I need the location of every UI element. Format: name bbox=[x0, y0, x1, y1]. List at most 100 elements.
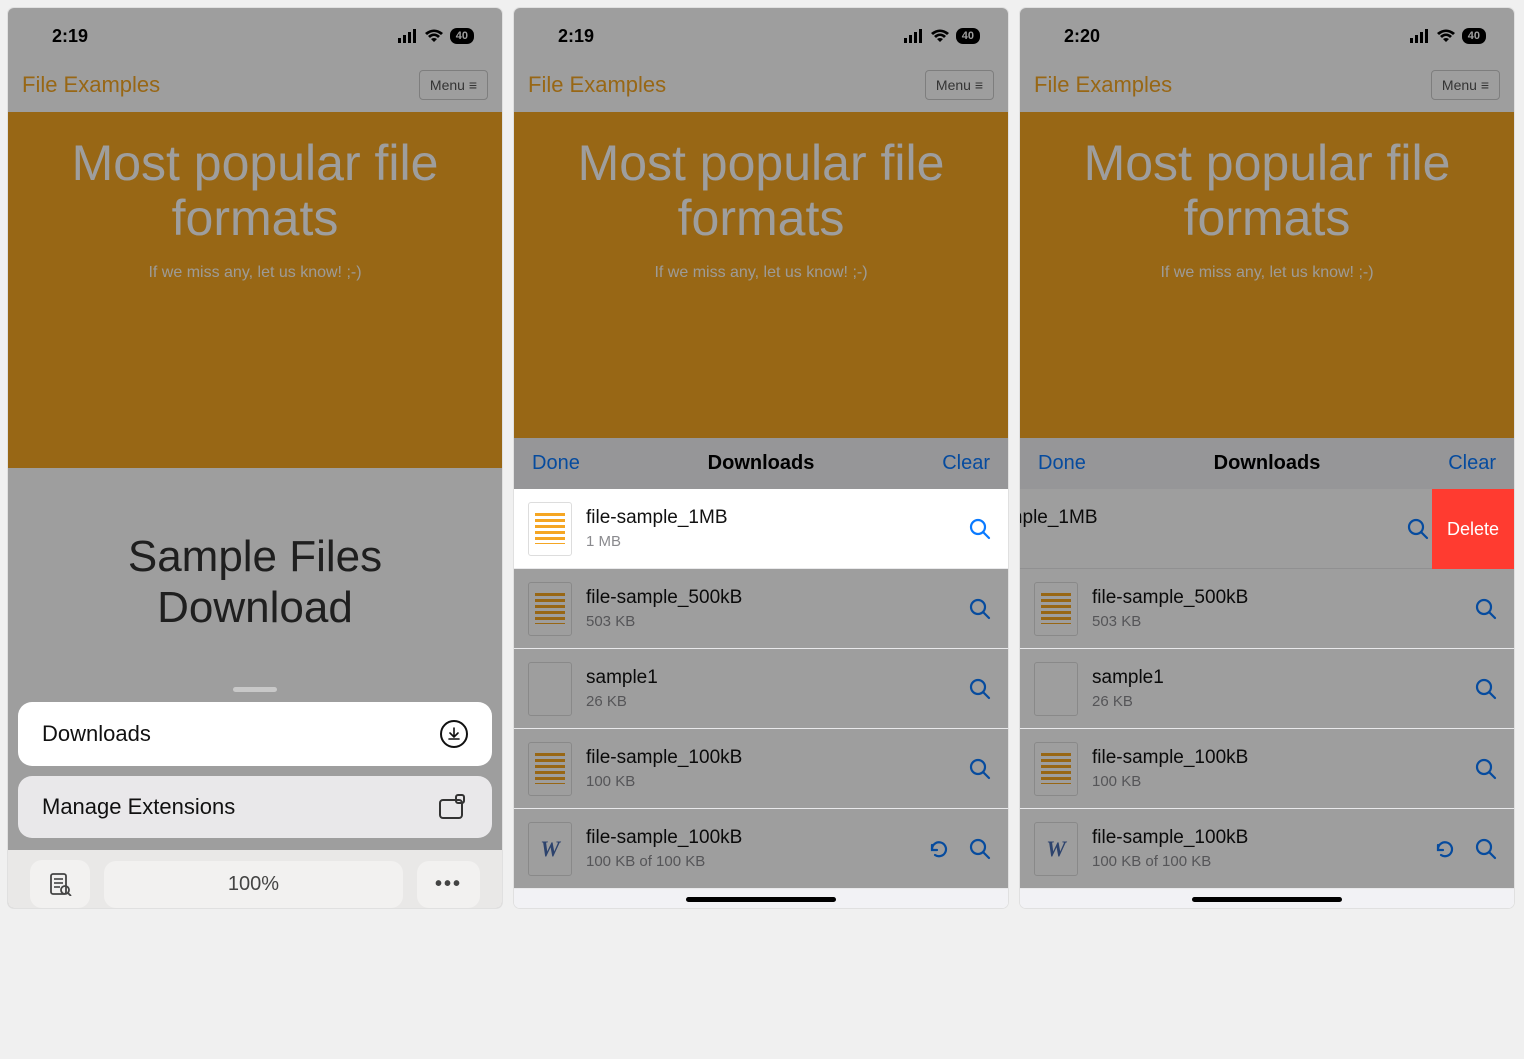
file-size: 100 KB bbox=[586, 773, 954, 790]
download-item[interactable]: file-sample_100kB 100 KB bbox=[514, 729, 1008, 809]
file-size: 1 MB bbox=[1020, 533, 1392, 550]
file-name: sample1 bbox=[1092, 667, 1460, 689]
sheet-grabber[interactable] bbox=[233, 687, 277, 692]
bottom-toolbar: 100% ••• bbox=[8, 850, 502, 908]
cellular-icon bbox=[904, 29, 924, 43]
hero-banner: Most popular file formats If we miss any… bbox=[1020, 112, 1514, 468]
more-button[interactable]: ••• bbox=[417, 861, 480, 908]
wifi-icon bbox=[424, 29, 444, 43]
menu-button[interactable]: Menu ≡ bbox=[1431, 70, 1500, 100]
downloads-list: file-sample_1MB 1 MB file-sample_500kB 5… bbox=[514, 489, 1008, 889]
search-icon[interactable] bbox=[1474, 837, 1498, 861]
search-icon[interactable] bbox=[1474, 757, 1498, 781]
search-icon[interactable] bbox=[1474, 597, 1498, 621]
hero-heading: Most popular file formats bbox=[8, 136, 502, 246]
page-menu-sheet: Downloads Manage Extensions 100% ••• bbox=[8, 687, 502, 908]
download-item[interactable]: sample1 26 KB bbox=[1020, 649, 1514, 729]
downloads-header: Done Downloads Clear bbox=[514, 438, 1008, 489]
downloads-sheet: Done Downloads Clear file-sample_1MB 1 M… bbox=[514, 438, 1008, 908]
download-item[interactable]: file-sample_500kB 503 KB bbox=[1020, 569, 1514, 649]
home-indicator[interactable] bbox=[1192, 897, 1342, 902]
clear-button[interactable]: Clear bbox=[942, 452, 990, 475]
file-size: 503 KB bbox=[1092, 613, 1460, 630]
section-title: Sample Files Download bbox=[8, 468, 502, 665]
file-name: file-sample_100kB bbox=[1092, 747, 1460, 769]
search-icon[interactable] bbox=[968, 757, 992, 781]
download-item[interactable]: W file-sample_100kB 100 KB of 100 KB bbox=[514, 809, 1008, 889]
menu-button[interactable]: Menu ≡ bbox=[419, 70, 488, 100]
downloads-sheet: Done Downloads Clear file-sample_1MB 1 M… bbox=[1020, 438, 1514, 908]
file-name: file-sample_100kB bbox=[586, 827, 914, 849]
downloads-title: Downloads bbox=[708, 452, 815, 475]
file-thumb-icon bbox=[528, 582, 572, 636]
home-indicator[interactable] bbox=[686, 897, 836, 902]
reader-button[interactable] bbox=[30, 860, 90, 908]
file-thumb-icon: W bbox=[1034, 822, 1078, 876]
file-size: 100 KB of 100 KB bbox=[586, 853, 914, 870]
hero-banner: Most popular file formats If we miss any… bbox=[8, 112, 502, 468]
download-item[interactable]: file-sample_500kB 503 KB bbox=[514, 569, 1008, 649]
screenshot-panel-2: 2:19 40 File Examples Menu ≡ Most popula… bbox=[514, 8, 1008, 908]
status-bar: 2:20 40 bbox=[1020, 8, 1514, 58]
done-button[interactable]: Done bbox=[532, 452, 580, 475]
status-time: 2:19 bbox=[558, 26, 594, 47]
screenshot-panel-1: 2:19 40 File Examples Menu ≡ Most popula… bbox=[8, 8, 502, 908]
search-icon[interactable] bbox=[1474, 677, 1498, 701]
extension-icon bbox=[438, 794, 468, 820]
battery-icon: 40 bbox=[956, 28, 980, 44]
cellular-icon bbox=[398, 29, 418, 43]
done-button[interactable]: Done bbox=[1038, 452, 1086, 475]
file-size: 100 KB of 100 KB bbox=[1092, 853, 1420, 870]
wifi-icon bbox=[1436, 29, 1456, 43]
downloads-row[interactable]: Downloads bbox=[18, 702, 492, 766]
site-title: File Examples bbox=[22, 72, 160, 98]
file-name: sample1 bbox=[586, 667, 954, 689]
file-thumb-icon: W bbox=[528, 822, 572, 876]
file-thumb-icon bbox=[1034, 582, 1078, 636]
file-thumb-icon bbox=[528, 662, 572, 716]
search-icon[interactable] bbox=[1406, 517, 1430, 541]
search-icon[interactable] bbox=[968, 517, 992, 541]
download-item[interactable]: file-sample_1MB 1 MB bbox=[514, 489, 1008, 569]
file-size: 503 KB bbox=[586, 613, 954, 630]
file-name: file-sample_100kB bbox=[586, 747, 954, 769]
search-icon[interactable] bbox=[968, 677, 992, 701]
delete-button[interactable]: Delete bbox=[1432, 489, 1514, 569]
file-size: 26 KB bbox=[1092, 693, 1460, 710]
clear-button[interactable]: Clear bbox=[1448, 452, 1496, 475]
file-name: file-sample_1MB bbox=[1020, 507, 1392, 529]
hero-heading: Most popular file formats bbox=[1020, 136, 1514, 246]
site-header: File Examples Menu ≡ bbox=[514, 58, 1008, 112]
file-size: 26 KB bbox=[586, 693, 954, 710]
site-header: File Examples Menu ≡ bbox=[1020, 58, 1514, 112]
download-icon bbox=[440, 720, 468, 748]
download-item[interactable]: file-sample_100kB 100 KB bbox=[1020, 729, 1514, 809]
battery-icon: 40 bbox=[1462, 28, 1486, 44]
downloads-title: Downloads bbox=[1214, 452, 1321, 475]
hero-banner: Most popular file formats If we miss any… bbox=[514, 112, 1008, 468]
download-item[interactable]: W file-sample_100kB 100 KB of 100 KB bbox=[1020, 809, 1514, 889]
file-thumb-icon bbox=[528, 742, 572, 796]
file-name: file-sample_500kB bbox=[586, 587, 954, 609]
site-title: File Examples bbox=[1034, 72, 1172, 98]
download-item[interactable]: sample1 26 KB bbox=[514, 649, 1008, 729]
zoom-level[interactable]: 100% bbox=[104, 861, 403, 908]
status-time: 2:19 bbox=[52, 26, 88, 47]
search-icon[interactable] bbox=[968, 837, 992, 861]
reload-icon[interactable] bbox=[928, 838, 950, 860]
wifi-icon bbox=[930, 29, 950, 43]
file-size: 1 MB bbox=[586, 533, 954, 550]
downloads-list: file-sample_1MB 1 MB Delete file-sample_… bbox=[1020, 489, 1514, 889]
search-icon[interactable] bbox=[968, 597, 992, 621]
file-name: file-sample_100kB bbox=[1092, 827, 1420, 849]
download-item[interactable]: file-sample_1MB 1 MB bbox=[1020, 489, 1446, 569]
section-sample-files: Sample Files Download bbox=[8, 468, 502, 665]
file-thumb-icon bbox=[1034, 662, 1078, 716]
menu-button[interactable]: Menu ≡ bbox=[925, 70, 994, 100]
status-bar: 2:19 40 bbox=[8, 8, 502, 58]
downloads-header: Done Downloads Clear bbox=[1020, 438, 1514, 489]
file-size: 100 KB bbox=[1092, 773, 1460, 790]
hero-heading: Most popular file formats bbox=[514, 136, 1008, 246]
reload-icon[interactable] bbox=[1434, 838, 1456, 860]
manage-extensions-row[interactable]: Manage Extensions bbox=[18, 776, 492, 838]
